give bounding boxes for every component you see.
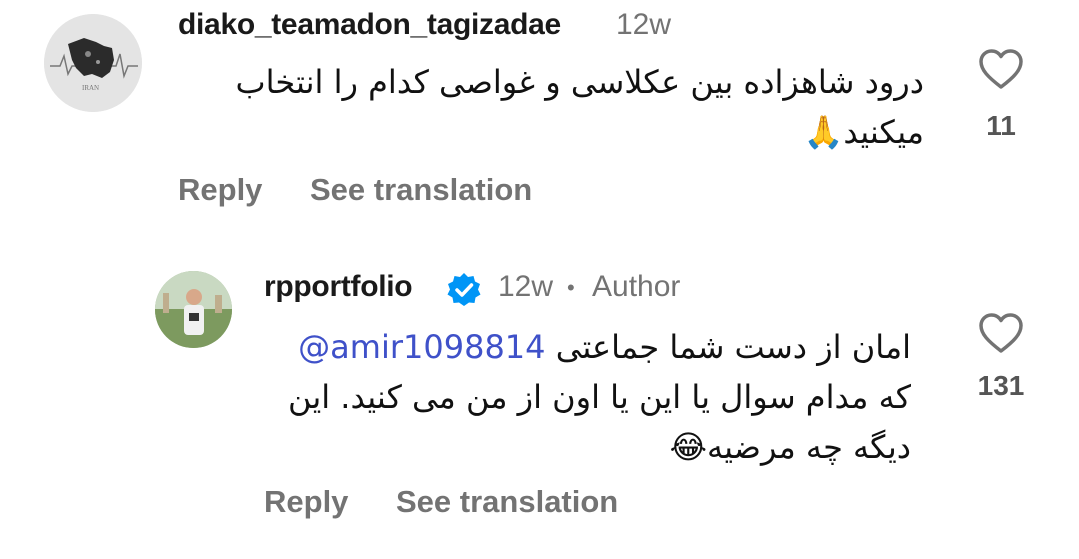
- heart-icon: [979, 313, 1023, 353]
- meta-separator: •: [567, 275, 575, 300]
- avatar-image: [155, 271, 232, 348]
- comment-text: امان از دست شما جماعتی @amir1098814 که م…: [251, 322, 911, 472]
- avatar[interactable]: IRAN: [44, 14, 142, 112]
- comment-text-line: که مدام سوال یا این یا اون از من می کنید…: [287, 378, 911, 416]
- comment-text-line: دیگه چه مرضیه😂: [669, 428, 911, 466]
- comment-timestamp: 12w: [616, 8, 672, 41]
- see-translation-button[interactable]: See translation: [396, 484, 618, 520]
- comment-username[interactable]: rpportfolio: [264, 270, 413, 304]
- reply-button[interactable]: Reply: [264, 484, 348, 520]
- author-label: Author: [592, 270, 681, 303]
- comment-text-fragment: امان از دست شما جماعتی: [555, 328, 911, 366]
- like-count: 11: [986, 110, 1016, 141]
- heart-icon: [979, 49, 1023, 89]
- comment-username[interactable]: diako_teamadon_tagizadae: [178, 8, 561, 42]
- comment-text-line: میکنید🙏: [803, 113, 924, 151]
- comment-text-line: امان از دست شما جماعتی @amir1098814: [251, 322, 911, 372]
- comment-text-line: درود شاهزاده بین عکلاسی و غواصی کدام را …: [235, 63, 924, 101]
- avatar[interactable]: [155, 271, 232, 348]
- like-count: 131: [977, 370, 1025, 401]
- like-button[interactable]: [978, 312, 1024, 354]
- avatar-image: [44, 14, 142, 112]
- avatar-caption: IRAN: [82, 84, 100, 92]
- verified-badge-icon: [446, 272, 482, 308]
- see-translation-button[interactable]: See translation: [310, 172, 532, 208]
- comment-timestamp: 12w: [498, 270, 554, 303]
- reply-button[interactable]: Reply: [178, 172, 262, 208]
- like-button[interactable]: [978, 48, 1024, 90]
- mention-link[interactable]: @amir1098814: [298, 328, 545, 366]
- comment-text: درود شاهزاده بین عکلاسی و غواصی کدام را …: [164, 57, 924, 157]
